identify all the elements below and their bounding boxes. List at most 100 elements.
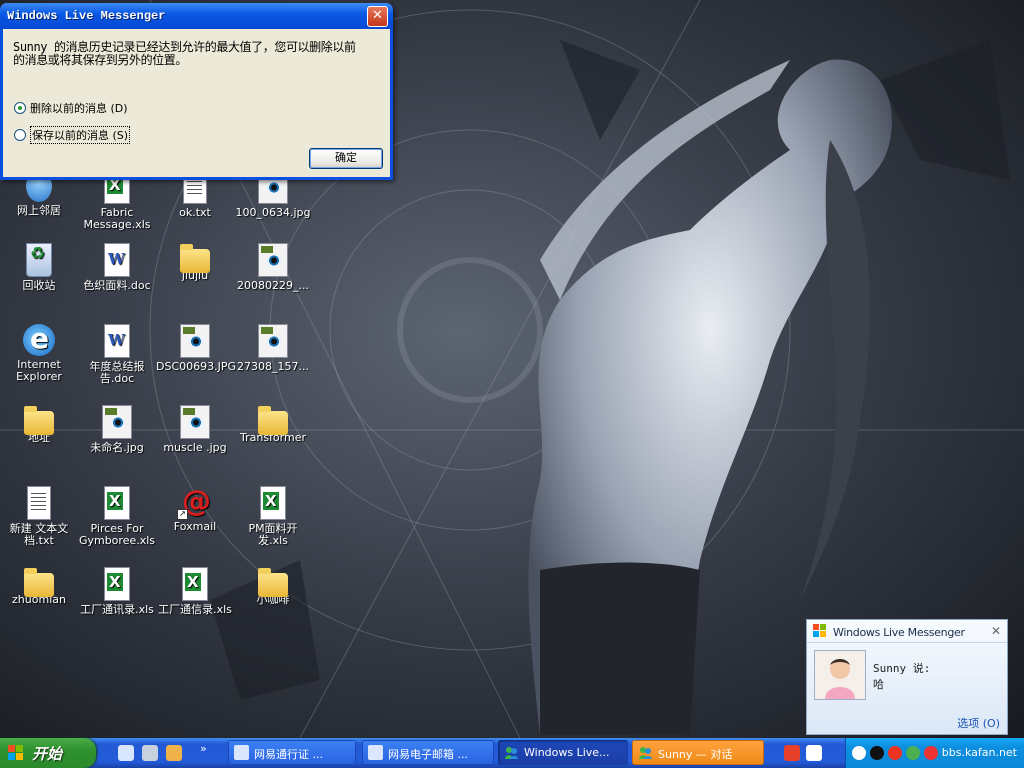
messenger-buddy-icon <box>504 745 519 760</box>
task-windows-live-messenger[interactable]: Windows Live... <box>498 740 628 765</box>
desktop-icon[interactable]: Internet Explorer <box>0 322 78 383</box>
excel-file-icon <box>104 567 130 601</box>
help-icon[interactable] <box>806 745 822 761</box>
word-file-icon <box>104 324 130 358</box>
desktop-icon[interactable]: 20080229_... <box>234 243 312 292</box>
folder-icon <box>24 406 54 435</box>
folder-icon <box>258 568 288 597</box>
excel-file-icon <box>104 486 130 520</box>
folder-icon <box>258 406 288 435</box>
messenger-buddy-icon <box>638 745 653 760</box>
word-file-icon <box>104 243 130 277</box>
antivirus-icon[interactable] <box>888 746 902 760</box>
radio-unselected-indicator[interactable] <box>14 129 26 141</box>
desktop-icon[interactable]: zhuomian <box>0 567 78 606</box>
quicklaunch-app-icon[interactable] <box>166 745 182 761</box>
desktop-icon[interactable]: 年度总结报告.doc <box>78 324 156 385</box>
desktop-icon[interactable]: 未命名.jpg <box>78 405 156 454</box>
quicklaunch-ie-icon[interactable] <box>118 745 134 761</box>
dialog-message: Sunny 的消息历史记录已经达到允许的最大值了，您可以删除以前 的消息或将其保… <box>13 41 373 67</box>
image-file-icon <box>102 405 132 439</box>
image-file-icon <box>180 405 210 439</box>
desktop-icon[interactable]: ↗Foxmail <box>156 484 234 533</box>
system-tray: bbs.kafan.net <box>845 738 1024 768</box>
shortcut-arrow-icon: ↗ <box>177 509 188 520</box>
desktop-icon-label: 色织面料.doc <box>83 279 151 292</box>
security-tray-icon[interactable] <box>924 746 938 760</box>
toast-options-link[interactable]: 选项 (O) <box>957 715 1000 731</box>
close-icon: ✕ <box>372 8 383 23</box>
desktop-icon-label: muscle .jpg <box>163 441 227 454</box>
ie-page-icon <box>368 745 383 760</box>
messenger-history-dialog: Windows Live Messenger ✕ Sunny 的消息历史记录已经… <box>0 3 393 180</box>
radio-selected-indicator[interactable] <box>14 102 26 114</box>
task-netease-mail[interactable]: 网易电子邮箱 ... <box>362 740 494 765</box>
desktop-icon-label: 回收站 <box>22 279 56 292</box>
desktop-icon[interactable]: jiujiu <box>156 243 234 282</box>
dialog-close-button[interactable]: ✕ <box>367 6 388 27</box>
network-tray-icon[interactable] <box>906 746 920 760</box>
contact-avatar <box>814 650 866 700</box>
text-file-icon <box>27 486 51 520</box>
desktop-icon-label: DSC00693.JPG <box>156 360 237 373</box>
taskbar: 开始 » 网易通行证 ... 网易电子邮箱 ... Windows Live..… <box>0 738 1024 768</box>
qq-icon[interactable] <box>870 746 884 760</box>
task-sunny-conversation[interactable]: Sunny — 对话 <box>632 740 764 765</box>
desktop-icon[interactable]: PM面料开发.xls <box>234 486 312 547</box>
desktop-icon[interactable]: 新建 文本文档.txt <box>0 486 78 547</box>
dialog-message-line-2: 的消息或将其保存到另外的位置。 <box>13 53 188 67</box>
desktop-icon[interactable]: 工厂通信录.xls <box>156 567 234 616</box>
desktop-icon-label: PM面料开发.xls <box>248 522 298 547</box>
dialog-body: Sunny 的消息历史记录已经达到允许的最大值了，您可以删除以前 的消息或将其保… <box>3 29 390 177</box>
desktop-icon[interactable]: Transformer <box>234 405 312 444</box>
desktop-icon[interactable]: muscle .jpg <box>156 405 234 454</box>
desktop-icon[interactable]: 地址 <box>0 405 78 444</box>
quicklaunch-more-icon[interactable]: » <box>200 742 207 755</box>
radio-save-label: 保存以前的消息 (S) <box>30 126 131 144</box>
desktop-icon-label: 网上邻居 <box>17 204 61 217</box>
tray-clock-text: bbs.kafan.net <box>941 746 1017 759</box>
desktop-icon[interactable]: DSC00693.JPG <box>156 324 237 373</box>
messenger-notification-toast[interactable]: Windows Live Messenger ✕ Sunny 说: 哈 选项 (… <box>806 619 1008 735</box>
tray-collapse-icon[interactable] <box>852 746 866 760</box>
excel-file-icon <box>182 567 208 601</box>
image-file-icon <box>258 324 288 358</box>
desktop-icon-label: Fabric Message.xls <box>83 206 151 231</box>
quicklaunch-show-desktop-icon[interactable] <box>142 745 158 761</box>
image-file-icon <box>180 324 210 358</box>
start-button[interactable]: 开始 <box>0 738 96 768</box>
task-netease-passport[interactable]: 网易通行证 ... <box>228 740 356 765</box>
desktop-icon-label: 20080229_... <box>237 279 309 292</box>
desktop-icon-label: Internet Explorer <box>16 358 62 383</box>
toast-title: Windows Live Messenger <box>833 626 965 639</box>
desktop-icon-label: 未命名.jpg <box>90 441 144 454</box>
toast-close-icon[interactable]: ✕ <box>991 624 1001 638</box>
desktop-icon[interactable]: 27308_157... <box>234 324 312 373</box>
desktop-icon-label: Foxmail <box>173 520 217 533</box>
desktop-icon[interactable]: Pirces For Gymboree.xls <box>78 486 156 547</box>
windows-live-logo-icon <box>813 624 827 638</box>
radio-save-history[interactable]: 保存以前的消息 (S) <box>14 126 131 144</box>
ie-page-icon <box>234 745 249 760</box>
desktop-icon-label: 工厂通讯录.xls <box>80 603 154 616</box>
desktop-icon-label: 工厂通信录.xls <box>158 603 232 616</box>
folder-icon <box>180 244 210 273</box>
desktop-icon-label: 27308_157... <box>237 360 309 373</box>
desktop-icon[interactable]: 色织面料.doc <box>78 243 156 292</box>
radio-delete-history[interactable]: 删除以前的消息 (D) <box>14 100 128 116</box>
dialog-titlebar[interactable]: Windows Live Messenger ✕ <box>0 3 393 29</box>
dialog-title: Windows Live Messenger <box>7 9 166 23</box>
toast-header: Windows Live Messenger ✕ <box>807 620 1007 643</box>
sogou-input-icon[interactable] <box>784 745 800 761</box>
excel-file-icon <box>260 486 286 520</box>
desktop-icon[interactable]: 工厂通讯录.xls <box>78 567 156 616</box>
desktop-icon[interactable]: 回收站 <box>0 243 78 292</box>
desktop-icon[interactable]: 小咖啡 <box>234 567 312 606</box>
start-label: 开始 <box>32 745 63 763</box>
image-file-icon <box>258 243 288 277</box>
task-label: 网易电子邮箱 ... <box>388 748 468 761</box>
recycle-bin-icon <box>26 243 52 277</box>
desktop-icon-label: 新建 文本文档.txt <box>9 522 69 547</box>
ok-button[interactable]: 确定 <box>309 148 383 169</box>
folder-icon <box>24 568 54 597</box>
